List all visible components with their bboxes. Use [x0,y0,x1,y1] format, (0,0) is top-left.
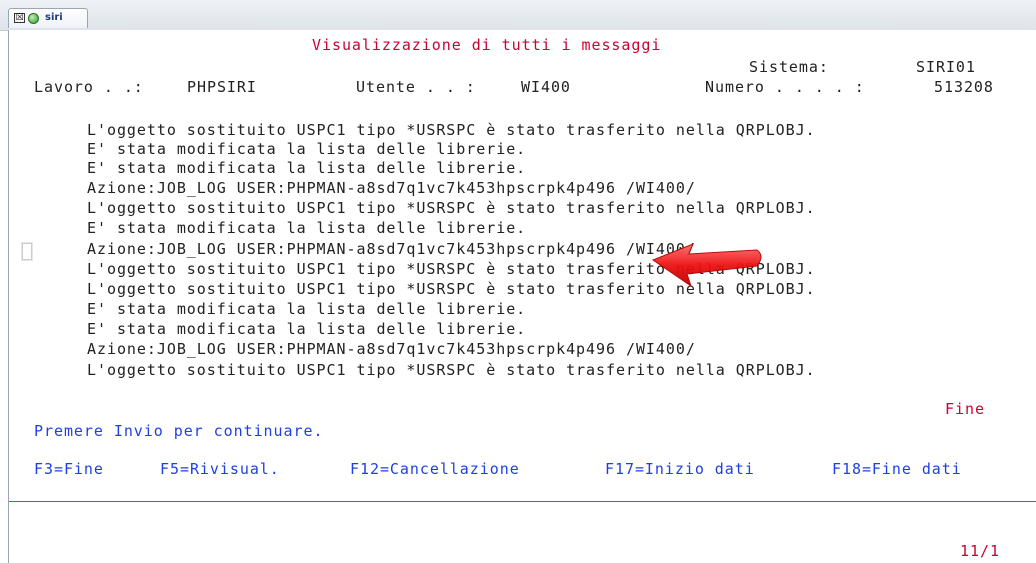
more-indicator: Fine [945,400,985,418]
message-line[interactable]: L'oggetto sostituito USPC1 tipo *USRSPC … [87,121,816,140]
session-tab-label: siri [45,12,63,23]
f17-key[interactable]: F17=Inizio dati [605,460,755,479]
f5-key[interactable]: F5=Rivisual. [160,460,280,479]
connection-status-icon [28,13,39,24]
screen-title: Visualizzazione di tutti i messaggi [312,36,662,54]
f18-key[interactable]: F18=Fine dati [832,460,962,479]
message-line[interactable]: Azione:JOB_LOG USER:PHPMAN-a8sd7q1vc7k45… [87,179,696,198]
session-tab-bar: ☒ siri [0,0,1036,31]
close-icon[interactable]: ☒ [14,13,25,23]
sistema-value: SIRI01 [916,58,976,76]
message-line[interactable]: Azione:JOB_LOG USER:PHPMAN-a8sd7q1vc7k45… [87,240,696,259]
emulator-window: ☒ siri Visualizzazione di tutti i messag… [0,0,1036,563]
lavoro-value: PHPSIRI [187,78,257,96]
message-line[interactable]: L'oggetto sostituito USPC1 tipo *USRSPC … [87,199,816,218]
cursor-position: 11/1 [960,542,1000,560]
message-line[interactable]: Azione:JOB_LOG USER:PHPMAN-a8sd7q1vc7k45… [87,340,696,359]
message-line[interactable]: E' stata modificata la lista delle libre… [87,140,526,159]
continue-prompt: Premere Invio per continuare. [34,422,324,440]
message-line[interactable]: E' stata modificata la lista delle libre… [87,300,526,319]
status-line-separator [9,501,1036,502]
session-tab[interactable]: ☒ siri [8,8,88,28]
text-cursor [22,243,32,260]
numero-value: 513208 [934,78,994,96]
message-line[interactable]: L'oggetto sostituito USPC1 tipo *USRSPC … [87,361,816,380]
terminal-screen[interactable]: Visualizzazione di tutti i messaggi Sist… [9,30,1036,563]
utente-value: WI400 [521,78,571,96]
f3-key[interactable]: F3=Fine [34,460,104,479]
utente-label: Utente . . : [356,78,476,96]
message-line[interactable]: E' stata modificata la lista delle libre… [87,159,526,178]
f12-key[interactable]: F12=Cancellazione [350,460,520,479]
sistema-label: Sistema: [749,58,829,76]
red-arrow-annotation [651,243,762,288]
lavoro-label: Lavoro . .: [34,78,144,96]
numero-label: Numero . . . . : [705,78,865,96]
message-line[interactable]: E' stata modificata la lista delle libre… [87,219,526,238]
message-line[interactable]: E' stata modificata la lista delle libre… [87,320,526,339]
